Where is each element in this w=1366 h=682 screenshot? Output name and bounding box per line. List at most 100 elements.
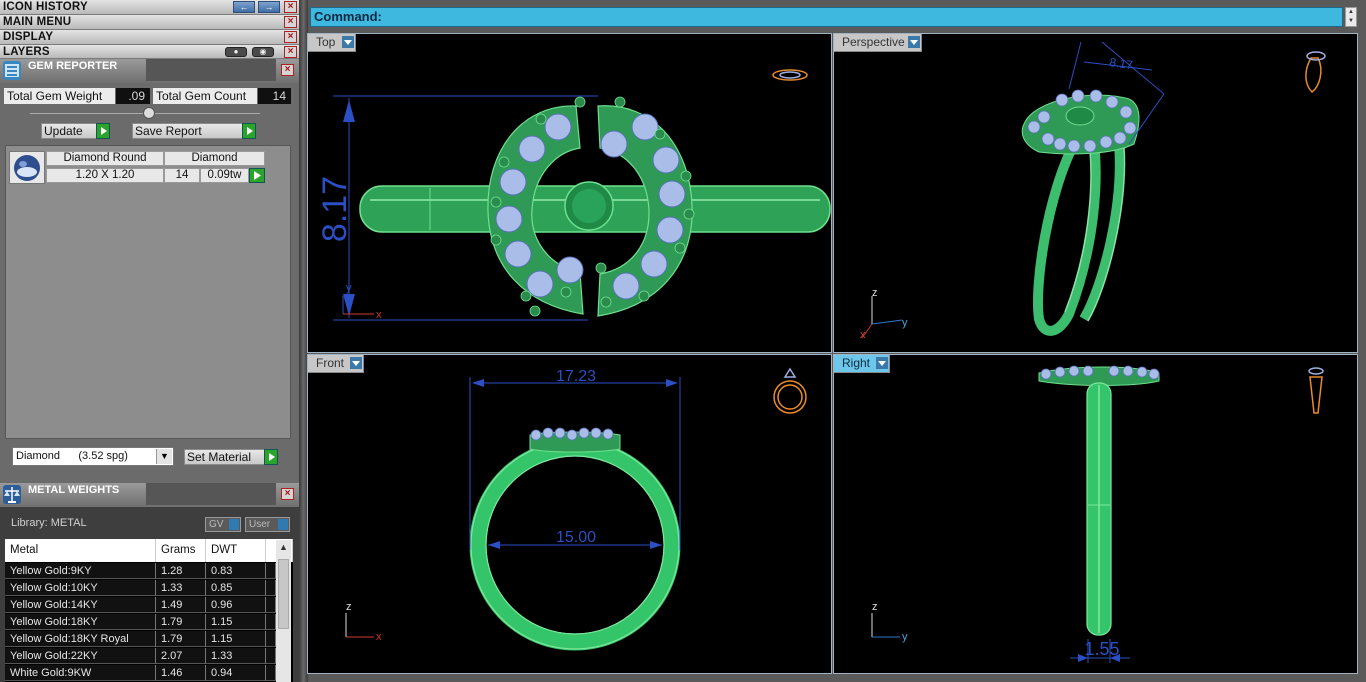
front-outer-dimension: 17.23 <box>556 368 596 385</box>
material-select-value: Diamond (3.52 spg) <box>16 450 128 462</box>
dwt-cell: 1.15 <box>206 631 266 647</box>
dwt-cell: 1.33 <box>206 648 266 664</box>
close-icon[interactable]: × <box>281 488 294 500</box>
close-icon[interactable]: × <box>284 46 297 58</box>
view-cube-ring-icon <box>772 69 808 81</box>
back-arrow-icon[interactable]: ← <box>233 1 255 13</box>
user-toggle[interactable]: User <box>245 517 290 532</box>
column-header-metal[interactable]: Metal <box>5 539 156 562</box>
front-inner-dimension: 15.00 <box>556 529 596 546</box>
front-view-drawing: 17.23 15.00 z x <box>345 367 807 651</box>
gem-count: 14 <box>164 168 200 183</box>
table-row[interactable]: Yellow Gold:18KY Royal 1.79 1.15 <box>5 631 276 648</box>
filler-cell <box>266 580 276 596</box>
column-header-dwt[interactable]: DWT <box>206 539 266 562</box>
total-gem-count-value: 14 <box>258 88 291 104</box>
set-material-button[interactable]: Set Material <box>184 449 278 465</box>
tab-front[interactable]: Front <box>308 355 364 373</box>
grams-cell: 1.33 <box>156 580 206 596</box>
dwt-cell: 0.83 <box>206 563 266 579</box>
gem-type: Diamond <box>164 151 265 166</box>
metal-weights-body: Library: METAL GV User Metal Grams DWT Y… <box>0 507 299 682</box>
play-icon <box>242 123 256 139</box>
table-row[interactable]: Yellow Gold:14KY 1.49 0.96 <box>5 597 276 614</box>
table-row[interactable]: Yellow Gold:9KY 1.28 0.83 <box>5 563 276 580</box>
play-icon <box>264 449 278 465</box>
chevron-down-icon[interactable] <box>350 357 362 369</box>
user-toggle-label: User <box>249 519 271 530</box>
viewport-perspective[interactable]: 8.17 z y x Perspective <box>833 33 1358 353</box>
view-cube-ring-icon <box>773 367 807 414</box>
layer-visibility-icon[interactable]: ● <box>225 47 247 57</box>
chevron-down-icon[interactable]: ▼ <box>156 449 172 464</box>
forward-arrow-icon[interactable]: → <box>258 1 280 13</box>
axis-label-z: z <box>346 601 352 613</box>
tab-front-label: Front <box>316 356 345 370</box>
table-row[interactable]: White Gold:9KW 1.46 0.94 <box>5 665 276 682</box>
gem-reporter-header: GEM REPORTER × <box>0 59 299 83</box>
scroll-up-icon[interactable]: ▲ <box>276 540 291 555</box>
close-icon[interactable]: × <box>281 64 294 76</box>
dwt-cell: 0.85 <box>206 580 266 596</box>
layers-bar[interactable]: LAYERS ● ◉ × <box>0 45 299 59</box>
set-material-label: Set Material <box>187 450 252 464</box>
chevron-down-icon[interactable] <box>342 36 354 48</box>
gem-action-button[interactable] <box>249 168 265 183</box>
filler-cell <box>266 665 276 681</box>
command-scroll[interactable]: ▲ ▼ <box>1345 7 1357 27</box>
filler-cell <box>266 563 276 579</box>
main-menu-bar[interactable]: MAIN MENU × <box>0 15 299 30</box>
close-icon[interactable]: × <box>284 1 297 13</box>
update-button[interactable]: Update <box>41 123 110 139</box>
close-icon[interactable]: × <box>284 31 297 43</box>
play-icon <box>96 123 110 139</box>
table-row[interactable]: Yellow Gold:10KY 1.33 0.85 <box>5 580 276 597</box>
close-icon[interactable]: × <box>284 16 297 28</box>
table-row[interactable]: Yellow Gold:18KY 1.79 1.15 <box>5 614 276 631</box>
total-gem-count-label: Total Gem Count <box>153 88 257 104</box>
viewport-top[interactable]: 8.17 y x Top <box>307 33 832 353</box>
metal-table-scrollbar[interactable]: ▲ <box>276 540 291 682</box>
tab-right-label: Right <box>842 356 871 370</box>
viewport-front[interactable]: 17.23 15.00 z x Front <box>307 354 832 674</box>
metal-weights-table: Metal Grams DWT Yellow Gold:9KY 1.28 0.83 Y… <box>5 539 293 682</box>
gv-toggle[interactable]: GV <box>205 517 241 532</box>
tab-right[interactable]: Right <box>834 355 890 373</box>
diamond-icon <box>9 151 45 184</box>
display-bar[interactable]: DISPLAY × <box>0 30 299 45</box>
eye-icon[interactable]: ◉ <box>252 47 274 57</box>
filler-cell <box>266 631 276 647</box>
save-report-button[interactable]: Save Report <box>132 123 256 139</box>
command-label: Command: <box>314 9 382 24</box>
scrollbar-thumb[interactable] <box>278 559 289 629</box>
command-bar[interactable]: Command: <box>310 7 1343 27</box>
axis-label-y: y <box>902 631 908 643</box>
grams-cell: 1.79 <box>156 631 206 647</box>
axis-label-x: x <box>376 631 382 643</box>
icon-history-bar[interactable]: ICON HISTORY ← → × <box>0 0 299 15</box>
top-dimension: 8.17 <box>316 176 354 242</box>
column-header-grams[interactable]: Grams <box>156 539 206 562</box>
chevron-down-icon[interactable] <box>908 36 920 48</box>
axis-label-y: y <box>902 317 908 329</box>
grams-cell: 1.46 <box>156 665 206 681</box>
material-select[interactable]: Diamond (3.52 spg) ▼ <box>12 447 174 466</box>
axis-label-x: x <box>376 309 382 321</box>
tab-perspective[interactable]: Perspective <box>834 34 922 52</box>
gem-name: Diamond Round <box>46 151 164 166</box>
table-row[interactable]: Yellow Gold:22KY 2.07 1.33 <box>5 648 276 665</box>
gem-reporter-icon <box>3 61 21 80</box>
gem-reporter-body: Total Gem Weight .09 Total Gem Count 14 … <box>0 83 299 483</box>
viewport-right[interactable]: 1.55 z y Right <box>833 354 1358 674</box>
grams-cell: 1.49 <box>156 597 206 613</box>
perspective-view-drawing: 8.17 z y x <box>860 41 1326 341</box>
save-report-label: Save Report <box>135 124 202 138</box>
tab-top[interactable]: Top <box>308 34 356 52</box>
slider-handle[interactable] <box>143 107 155 119</box>
metal-name-cell: Yellow Gold:14KY <box>5 597 156 613</box>
axis-label-z: z <box>872 601 878 613</box>
display-title: DISPLAY <box>3 31 54 43</box>
chevron-down-icon[interactable] <box>876 357 888 369</box>
main-menu-title: MAIN MENU <box>3 16 72 28</box>
metal-name-cell: Yellow Gold:18KY <box>5 614 156 630</box>
